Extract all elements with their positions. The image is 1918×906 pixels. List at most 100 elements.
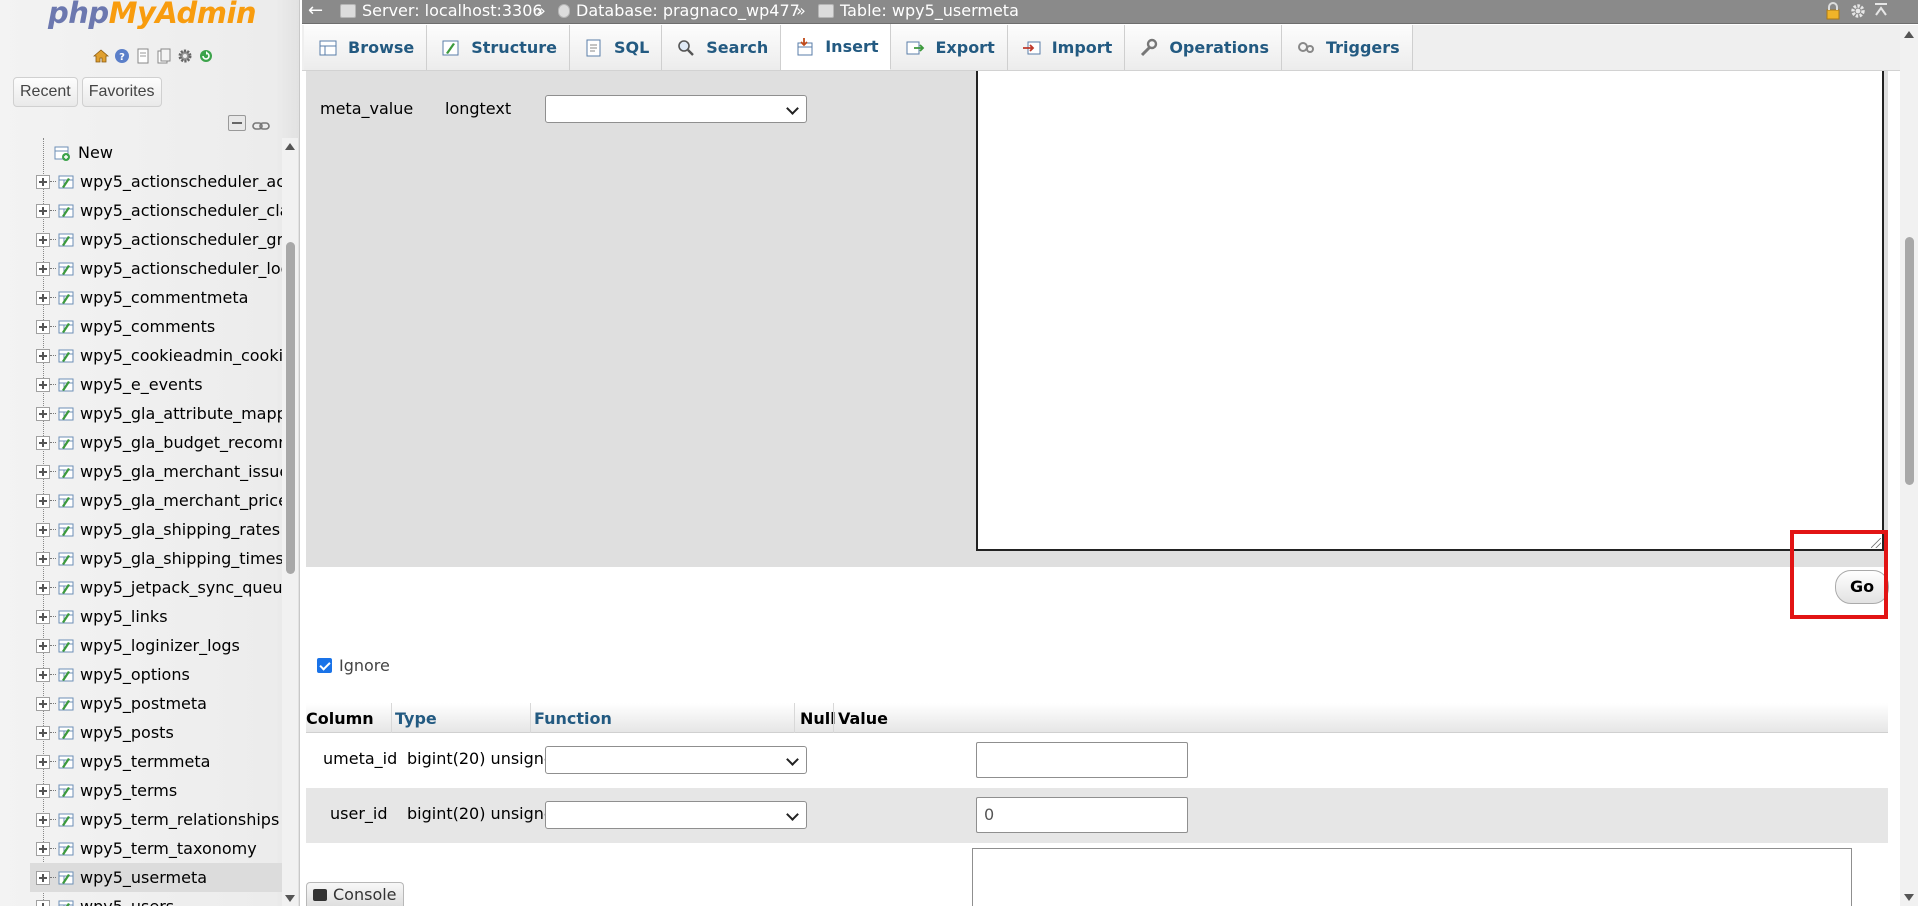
tree-item-label[interactable]: wpy5_gla_merchant_issues: [80, 462, 282, 481]
table-structure-icon[interactable]: [58, 870, 74, 886]
table-structure-icon[interactable]: [58, 580, 74, 596]
tab-operations[interactable]: Operations: [1125, 25, 1282, 70]
expand-plus-icon[interactable]: [36, 522, 50, 537]
tree-item-label[interactable]: wpy5_gla_merchant_price_: [80, 491, 282, 510]
tree-item-wpy5_users[interactable]: wpy5_users: [30, 892, 282, 906]
expand-plus-icon[interactable]: [36, 406, 50, 421]
breadcrumb-database[interactable]: Database: pragnaco_wp477: [558, 0, 800, 22]
expand-plus-icon[interactable]: [36, 754, 50, 769]
tree-item-label[interactable]: wpy5_gla_shipping_times: [80, 549, 282, 568]
main-scrollbar-thumb[interactable]: [1905, 237, 1914, 485]
tree-item-wpy5_comments[interactable]: wpy5_comments: [30, 312, 282, 341]
function-select[interactable]: [545, 95, 807, 123]
tab-structure[interactable]: Structure: [427, 25, 570, 70]
help-icon[interactable]: ?: [113, 47, 131, 65]
tree-item-label[interactable]: wpy5_actionscheduler_logs: [80, 259, 282, 278]
tree-item-wpy5_options[interactable]: wpy5_options: [30, 660, 282, 689]
expand-plus-icon[interactable]: [36, 870, 50, 885]
tree-item-wpy5_gla_merchant_issues[interactable]: wpy5_gla_merchant_issues: [30, 457, 282, 486]
tab-search[interactable]: Search: [662, 25, 782, 70]
tree-item-wpy5_links[interactable]: wpy5_links: [30, 602, 282, 631]
tree-item-label[interactable]: wpy5_commentmeta: [80, 288, 248, 307]
ignore-checkbox[interactable]: [317, 658, 332, 673]
docs-icon[interactable]: [134, 47, 152, 65]
tree-item-label[interactable]: wpy5_loginizer_logs: [80, 636, 240, 655]
breadcrumb-table[interactable]: Table: wpy5_usermeta: [818, 0, 1019, 22]
table-structure-icon[interactable]: [58, 899, 74, 906]
tree-item-wpy5_e_events[interactable]: wpy5_e_events: [30, 370, 282, 399]
breadcrumb-server[interactable]: Server: localhost:3306: [340, 0, 543, 22]
tree-item-label[interactable]: wpy5_options: [80, 665, 190, 684]
tree-item-wpy5_posts[interactable]: wpy5_posts: [30, 718, 282, 747]
table-structure-icon[interactable]: [58, 667, 74, 683]
phpmyadmin-logo[interactable]: phpMyAdmin: [48, 0, 257, 30]
tree-item-wpy5_postmeta[interactable]: wpy5_postmeta: [30, 689, 282, 718]
home-icon[interactable]: [92, 47, 110, 65]
expand-plus-icon[interactable]: [36, 551, 50, 566]
scroll-down-arrow-icon[interactable]: [1904, 894, 1914, 901]
table-structure-icon[interactable]: [58, 783, 74, 799]
tree-item-label[interactable]: wpy5_actionscheduler_acti: [80, 172, 282, 191]
expand-plus-icon[interactable]: [36, 290, 50, 305]
function-select[interactable]: [545, 801, 807, 829]
table-structure-icon[interactable]: [58, 348, 74, 364]
table-structure-icon[interactable]: [58, 841, 74, 857]
meta-value-textarea[interactable]: [976, 71, 1884, 551]
tree-item-wpy5_termmeta[interactable]: wpy5_termmeta: [30, 747, 282, 776]
expand-plus-icon[interactable]: [36, 812, 50, 827]
table-structure-icon[interactable]: [58, 464, 74, 480]
settings-icon[interactable]: [176, 47, 194, 65]
tree-item-wpy5_actionscheduler_acti[interactable]: wpy5_actionscheduler_acti: [30, 167, 282, 196]
expand-plus-icon[interactable]: [36, 348, 50, 363]
back-arrow-icon[interactable]: ←: [308, 0, 323, 22]
tree-item-label[interactable]: wpy5_gla_shipping_rates: [80, 520, 280, 539]
expand-plus-icon[interactable]: [36, 464, 50, 479]
tree-item-wpy5_cookieadmin_cookie[interactable]: wpy5_cookieadmin_cookie: [30, 341, 282, 370]
expand-plus-icon[interactable]: [36, 319, 50, 334]
tree-item-wpy5_gla_shipping_rates[interactable]: wpy5_gla_shipping_rates: [30, 515, 282, 544]
table-structure-icon[interactable]: [58, 232, 74, 248]
tree-item-wpy5_term_taxonomy[interactable]: wpy5_term_taxonomy: [30, 834, 282, 863]
table-structure-icon[interactable]: [58, 319, 74, 335]
tree-item-label[interactable]: wpy5_cookieadmin_cookie: [80, 346, 282, 365]
tab-insert[interactable]: Insert: [781, 24, 892, 70]
tree-item-label[interactable]: wpy5_actionscheduler_clai: [80, 201, 282, 220]
reload-icon[interactable]: [197, 47, 215, 65]
expand-plus-icon[interactable]: [36, 203, 50, 218]
expand-plus-icon[interactable]: [36, 435, 50, 450]
value-input[interactable]: [976, 742, 1188, 778]
tree-item-label[interactable]: wpy5_jetpack_sync_queue: [80, 578, 282, 597]
table-structure-icon[interactable]: [58, 435, 74, 451]
expand-plus-icon[interactable]: [36, 696, 50, 711]
table-structure-icon[interactable]: [58, 812, 74, 828]
table-structure-icon[interactable]: [58, 203, 74, 219]
tree-item-label[interactable]: wpy5_gla_budget_recomm: [80, 433, 282, 452]
expand-plus-icon[interactable]: [36, 783, 50, 798]
tree-item-label[interactable]: wpy5_term_relationships: [80, 810, 279, 829]
expand-plus-icon[interactable]: [36, 609, 50, 624]
scroll-up-arrow-icon[interactable]: [1904, 31, 1914, 38]
value-input[interactable]: 0: [976, 797, 1188, 833]
nav-scrollbar-thumb[interactable]: [286, 242, 295, 574]
tree-item-label[interactable]: wpy5_actionscheduler_gro: [80, 230, 282, 249]
tab-import[interactable]: Import: [1007, 25, 1126, 70]
tree-item-wpy5_terms[interactable]: wpy5_terms: [30, 776, 282, 805]
lock-icon[interactable]: [1825, 2, 1843, 20]
table-structure-icon[interactable]: [58, 551, 74, 567]
expand-plus-icon[interactable]: [36, 377, 50, 392]
table-structure-icon[interactable]: [58, 493, 74, 509]
scroll-down-arrow-icon[interactable]: [285, 895, 295, 902]
expand-plus-icon[interactable]: [36, 580, 50, 595]
recent-button[interactable]: Recent: [13, 77, 78, 107]
table-structure-icon[interactable]: [58, 696, 74, 712]
tree-item-wpy5_jetpack_sync_queue[interactable]: wpy5_jetpack_sync_queue: [30, 573, 282, 602]
header-function[interactable]: Function: [534, 709, 612, 728]
nav-scrollbar[interactable]: [282, 138, 298, 906]
tab-sql[interactable]: SQL: [569, 25, 663, 70]
tree-item-label[interactable]: wpy5_comments: [80, 317, 215, 336]
go-button[interactable]: Go: [1835, 570, 1889, 604]
expand-plus-icon[interactable]: [36, 899, 50, 906]
function-select[interactable]: [545, 746, 807, 774]
expand-plus-icon[interactable]: [36, 174, 50, 189]
table-structure-icon[interactable]: [58, 638, 74, 654]
